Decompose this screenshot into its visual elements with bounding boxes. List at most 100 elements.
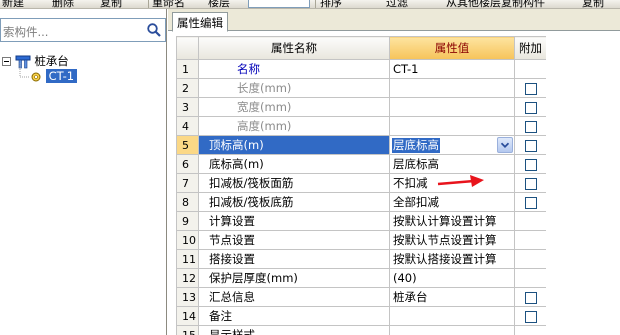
property-value[interactable]: 桩承台	[389, 287, 515, 307]
copy-from-floor-button[interactable]: 从其他楼层复制构件	[446, 0, 545, 8]
table-row[interactable]: 7 扣减板/筏板面筋 不扣减	[176, 173, 547, 193]
property-name: 汇总信息	[198, 287, 390, 307]
property-name: 长度(mm)	[198, 78, 390, 98]
column-header-value: 属性值	[389, 36, 515, 60]
extra-checkbox[interactable]	[524, 101, 537, 114]
new-button[interactable]: 新建	[2, 0, 24, 8]
extra-cell	[514, 154, 547, 174]
table-row[interactable]: 9 计算设置 按默认计算设置计算	[176, 211, 547, 231]
filter-button[interactable]: 过滤	[386, 0, 408, 8]
extra-cell	[514, 173, 547, 193]
table-row[interactable]: 15 显示样式	[176, 325, 547, 335]
property-value[interactable]: (40)	[389, 268, 515, 288]
row-number: 14	[176, 306, 199, 326]
copy-button[interactable]: 复制	[100, 0, 122, 8]
property-value[interactable]	[389, 78, 515, 98]
sort-button[interactable]: 排序	[320, 0, 342, 8]
gear-component-icon	[31, 72, 41, 81]
floor-label: 楼层	[208, 0, 230, 9]
property-value-dropdown[interactable]: 层底标高	[389, 135, 515, 155]
table-row[interactable]: 5 顶标高(m) 层底标高	[176, 135, 547, 155]
property-value[interactable]: 层底标高	[389, 154, 515, 174]
chevron-down-icon[interactable]	[497, 137, 513, 153]
extra-cell	[514, 78, 547, 98]
corner-cell	[176, 36, 199, 60]
property-value[interactable]: 按默认计算设置计算	[389, 211, 515, 231]
row-number: 4	[176, 116, 199, 136]
extra-checkbox[interactable]	[524, 139, 537, 152]
tree-node-label: 桩承台	[34, 54, 69, 68]
extra-cell	[514, 59, 547, 79]
row-number: 10	[176, 230, 199, 250]
row-number: 7	[176, 173, 199, 193]
row-number: 3	[176, 97, 199, 117]
table-row[interactable]: 12 保护层厚度(mm) (40)	[176, 268, 547, 288]
row-number: 15	[176, 325, 199, 335]
table-row[interactable]: 2 长度(mm)	[176, 78, 547, 98]
tree-connector	[19, 63, 30, 78]
extra-checkbox[interactable]	[524, 196, 537, 209]
search-box[interactable]: 索构件...	[0, 18, 166, 42]
property-value[interactable]	[389, 325, 515, 335]
extra-cell	[514, 97, 547, 117]
search-input[interactable]: 索构件...	[3, 24, 48, 40]
property-value[interactable]	[389, 97, 515, 117]
row-number: 1	[176, 59, 199, 79]
component-list-pane: 索构件... 桩承台 CT-1	[0, 9, 167, 335]
property-value[interactable]: 全部扣减	[389, 192, 515, 212]
table-row[interactable]: 11 搭接设置 按默认搭接设置计算	[176, 249, 547, 269]
extra-checkbox[interactable]	[524, 158, 537, 171]
dropdown-selected-value[interactable]: 层底标高	[392, 137, 440, 153]
extra-cell	[514, 230, 547, 250]
property-name: 备注	[198, 306, 390, 326]
row-number: 6	[176, 154, 199, 174]
property-name: 扣减板/筏板底筋	[198, 192, 390, 212]
property-value[interactable]: 按默认节点设置计算	[389, 230, 515, 250]
extra-cell	[514, 135, 547, 155]
grid-header-row: 属性名称 属性值 附加	[176, 36, 547, 60]
extra-checkbox[interactable]	[524, 310, 537, 323]
extra-checkbox[interactable]	[524, 120, 537, 133]
property-name: 搭接设置	[198, 249, 390, 269]
property-grid: 属性名称 属性值 附加 1 名称 CT-1 2 长度(mm) 3 宽度(mm) 4 高度(mm)…	[176, 36, 547, 335]
extra-checkbox[interactable]	[524, 82, 537, 95]
property-name: 显示样式	[198, 325, 390, 335]
extra-cell	[514, 192, 547, 212]
extra-cell	[514, 268, 547, 288]
property-value[interactable]: CT-1	[389, 59, 515, 79]
delete-button[interactable]: 删除	[52, 0, 74, 8]
table-row[interactable]: 3 宽度(mm)	[176, 97, 547, 117]
table-row[interactable]: 6 底标高(m) 层底标高	[176, 154, 547, 174]
property-name: 底标高(m)	[198, 154, 390, 174]
table-row[interactable]: 14 备注	[176, 306, 547, 326]
row-number: 5	[176, 135, 199, 155]
table-row[interactable]: 4 高度(mm)	[176, 116, 547, 136]
property-value[interactable]: 按默认搭接设置计算	[389, 249, 515, 269]
property-value[interactable]	[389, 306, 515, 326]
extra-cell	[514, 211, 547, 231]
property-value[interactable]	[389, 116, 515, 136]
search-icon[interactable]	[146, 22, 162, 38]
rename-button[interactable]: 重命名	[152, 0, 185, 8]
row-number: 13	[176, 287, 199, 307]
extra-cell	[514, 249, 547, 269]
property-name: 顶标高(m)	[198, 135, 390, 155]
table-row[interactable]: 10 节点设置 按默认节点设置计算	[176, 230, 547, 250]
column-header-name: 属性名称	[198, 36, 390, 60]
tab-property-edit[interactable]: 属性编辑	[172, 12, 228, 32]
property-name: 名称	[198, 59, 390, 79]
tree-node-ct-1[interactable]: CT-1	[30, 69, 78, 85]
tree-node-pile-cap[interactable]: 桩承台	[2, 53, 69, 69]
tab-bar: 属性编辑	[168, 9, 620, 32]
extra-checkbox[interactable]	[524, 177, 537, 190]
toolbar: 新建 删除 复制 重命名 楼层 首层 排序 过滤 从其他楼层复制构件 复制	[0, 0, 620, 9]
table-row[interactable]: 13 汇总信息 桩承台	[176, 287, 547, 307]
collapse-minus-icon[interactable]	[2, 57, 11, 66]
extra-cell	[514, 116, 547, 136]
extra-checkbox[interactable]	[524, 291, 537, 304]
row-number: 9	[176, 211, 199, 231]
table-row[interactable]: 1 名称 CT-1	[176, 59, 547, 79]
copy-button-2[interactable]: 复制	[582, 0, 604, 8]
table-row[interactable]: 8 扣减板/筏板底筋 全部扣减	[176, 192, 547, 212]
floor-select[interactable]: 首层	[248, 0, 310, 8]
